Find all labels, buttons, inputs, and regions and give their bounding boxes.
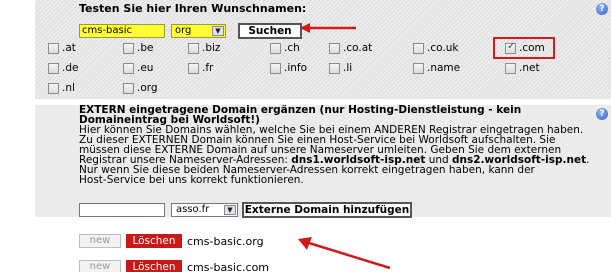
checkbox-icon[interactable] <box>329 42 340 54</box>
tld-label: .be <box>137 42 154 54</box>
tld-label: .net <box>519 62 540 74</box>
checkbox-icon[interactable] <box>413 62 424 74</box>
tld-label: .nl <box>62 82 75 94</box>
tld-label: .ch <box>284 42 300 54</box>
tld-checkbox-fr[interactable]: .fr <box>188 61 213 75</box>
external-tld-value: asso.fr <box>176 204 210 215</box>
annotation-arrow-icon <box>298 237 391 270</box>
checkbox-icon[interactable] <box>123 82 134 94</box>
checkbox-icon[interactable] <box>123 62 134 74</box>
tld-label: .org <box>137 82 158 94</box>
new-button[interactable]: new <box>79 234 121 248</box>
tld-label: .co.at <box>343 42 373 54</box>
tld-checkbox-co-at[interactable]: .co.at <box>329 41 372 55</box>
domain-name-input[interactable]: cms-basic <box>79 24 165 38</box>
checkbox-icon[interactable] <box>270 62 281 74</box>
delete-button[interactable]: Löschen <box>126 234 182 248</box>
checkbox-icon[interactable] <box>505 62 516 74</box>
new-button[interactable]: new <box>79 260 121 272</box>
tld-checkbox-biz[interactable]: .biz <box>188 41 220 55</box>
checkbox-icon[interactable] <box>329 62 340 74</box>
tld-checkbox-li[interactable]: .li <box>329 61 352 75</box>
domain-name: cms-basic.org <box>187 234 264 248</box>
checkbox-icon[interactable] <box>123 42 134 54</box>
domain-name: cms-basic.com <box>187 260 270 272</box>
tld-checkbox-co-uk[interactable]: .co.uk <box>413 41 458 55</box>
tld-label: .info <box>284 62 308 74</box>
search-button[interactable]: Suchen <box>238 23 302 39</box>
checkbox-icon[interactable] <box>413 42 424 54</box>
tld-label: .co.uk <box>427 42 459 54</box>
tld-select[interactable]: org ▼ <box>171 24 226 38</box>
external-domain-input[interactable] <box>79 203 165 217</box>
external-domain-panel: ? EXTERN eingetragene Domain ergänzen (n… <box>35 105 611 218</box>
tld-label: .at <box>62 42 76 54</box>
tld-label: .name <box>427 62 461 74</box>
search-title: Testen Sie hier Ihren Wunschnamen: <box>79 2 307 15</box>
tld-checkbox-name[interactable]: .name <box>413 61 460 75</box>
tld-label: .li <box>343 62 353 74</box>
domain-row: new Löschen cms-basic.org <box>79 234 264 248</box>
checkbox-icon[interactable] <box>270 42 281 54</box>
tld-checkbox-net[interactable]: .net <box>505 61 540 75</box>
annotation-arrow-icon <box>300 23 356 33</box>
com-highlight-box <box>493 37 555 59</box>
checkbox-icon[interactable] <box>188 62 199 74</box>
tld-label: .biz <box>202 42 221 54</box>
tld-checkbox-ch[interactable]: .ch <box>270 41 300 55</box>
dropdown-arrow-icon: ▼ <box>212 26 224 36</box>
external-body-line6: Host-Service bei uns korrekt funktionier… <box>79 174 304 186</box>
checkbox-icon[interactable] <box>48 42 59 54</box>
tld-checkbox-at[interactable]: .at <box>48 41 76 55</box>
external-domain-text: EXTERN eingetragene Domain ergänzen (nur… <box>79 105 604 186</box>
tld-checkbox-de[interactable]: .de <box>48 61 78 75</box>
tld-label: .de <box>62 62 79 74</box>
dropdown-arrow-icon: ▼ <box>224 205 236 215</box>
checkbox-icon[interactable] <box>188 42 199 54</box>
add-external-domain-button[interactable]: Externe Domain hinzufügen <box>242 202 412 218</box>
tld-checkbox-org[interactable]: .org <box>123 81 158 95</box>
tld-checkbox-info[interactable]: .info <box>270 61 307 75</box>
tld-label: .eu <box>137 62 154 74</box>
tld-select-value: org <box>175 25 192 36</box>
tld-label: .fr <box>202 62 214 74</box>
tld-checkbox-eu[interactable]: .eu <box>123 61 153 75</box>
tld-checkbox-be[interactable]: .be <box>123 41 153 55</box>
checkbox-icon[interactable] <box>48 62 59 74</box>
external-tld-select[interactable]: asso.fr ▼ <box>171 203 238 217</box>
tld-checkbox-nl[interactable]: .nl <box>48 81 75 95</box>
delete-button[interactable]: Löschen <box>126 260 182 272</box>
domain-row: new Löschen cms-basic.com <box>79 260 269 272</box>
checkbox-icon[interactable] <box>48 82 59 94</box>
nameserver-period: . <box>586 154 590 166</box>
help-icon[interactable]: ? <box>596 3 608 15</box>
